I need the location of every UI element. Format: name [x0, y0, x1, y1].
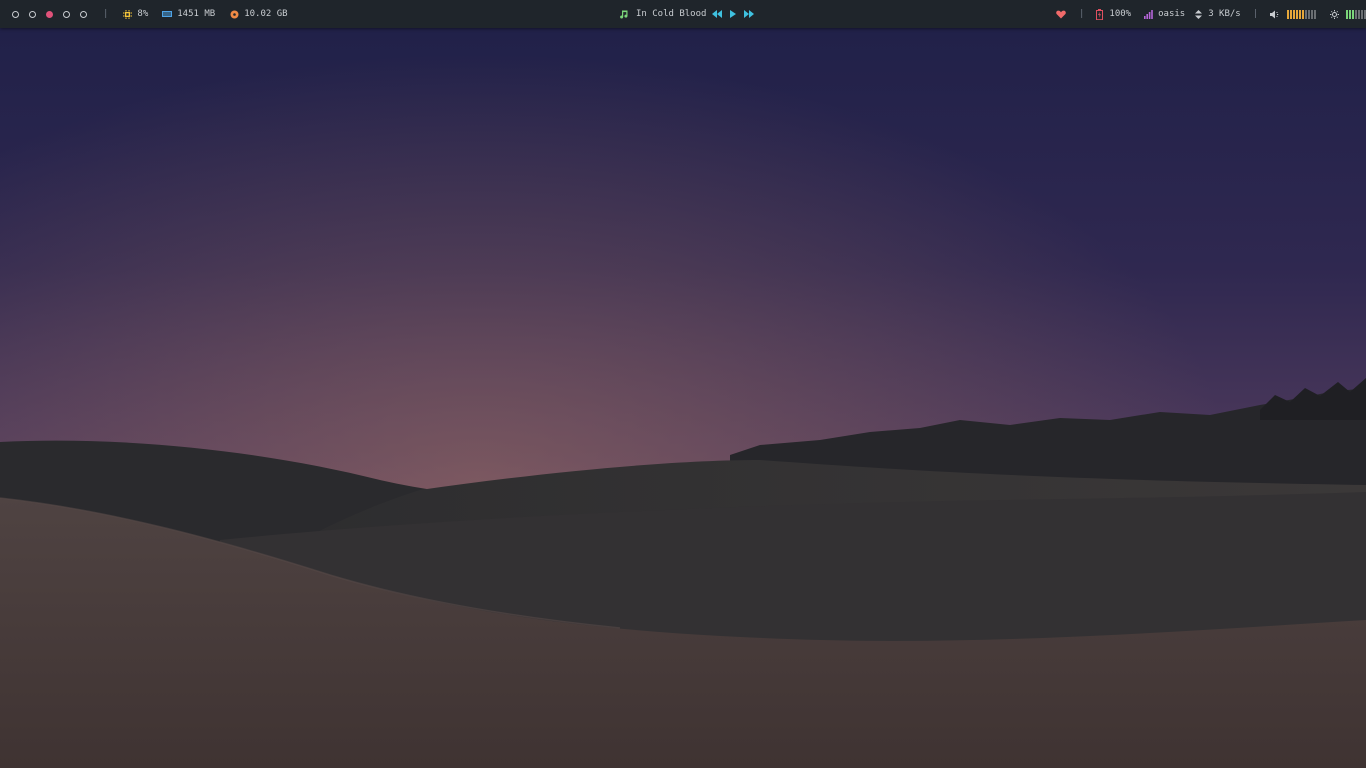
cpu-icon — [122, 9, 132, 19]
brightness-segment — [1355, 9, 1358, 19]
volume-segment — [1290, 9, 1293, 19]
sun-icon[interactable] — [1329, 9, 1339, 19]
disk-usage: 10.02 GB — [244, 9, 288, 19]
music-note-icon — [619, 9, 629, 19]
workspace-1-indicator[interactable] — [12, 10, 19, 18]
rewind-icon[interactable] — [712, 10, 723, 18]
network-speed: 3 KB/s — [1208, 9, 1241, 19]
fast-forward-icon[interactable] — [744, 10, 755, 18]
speaker-icon[interactable] — [1270, 9, 1280, 19]
workspace-4-indicator[interactable] — [63, 10, 70, 18]
up-down-arrows-icon — [1193, 9, 1203, 19]
separator: | — [103, 9, 109, 19]
volume-segment — [1296, 9, 1299, 19]
bar-left: | 8% 1451 MB 10.02 GB — [12, 0, 288, 28]
play-icon[interactable] — [730, 10, 737, 18]
brightness-level-bar[interactable] — [1346, 9, 1366, 19]
status-bar: | 8% 1451 MB 10.02 GB In Cold Blood | 10… — [0, 0, 1366, 28]
bar-center-music: In Cold Blood — [619, 0, 755, 28]
desktop-wallpaper — [0, 0, 1366, 768]
volume-segment — [1293, 9, 1296, 19]
workspace-5-indicator[interactable] — [80, 10, 87, 18]
desktop: | 8% 1451 MB 10.02 GB In Cold Blood | 10… — [0, 0, 1366, 768]
heart-icon[interactable] — [1056, 9, 1066, 19]
network-ssid[interactable]: oasis — [1158, 0, 1185, 28]
brightness-segment — [1361, 9, 1364, 19]
workspace-2-indicator[interactable] — [29, 10, 36, 18]
workspace-3-indicator-active[interactable] — [46, 10, 53, 18]
volume-segment — [1314, 9, 1317, 19]
separator: | — [1079, 9, 1085, 19]
volume-segment — [1287, 9, 1290, 19]
memory-icon — [162, 9, 173, 19]
volume-segment — [1311, 9, 1314, 19]
memory-usage: 1451 MB — [177, 9, 216, 19]
separator: | — [1252, 9, 1259, 19]
battery-level: 100% — [1109, 9, 1132, 19]
volume-segment — [1308, 9, 1311, 19]
now-playing-title[interactable]: In Cold Blood — [636, 0, 706, 28]
brightness-segment — [1358, 9, 1361, 19]
disk-icon — [229, 9, 239, 19]
volume-segment — [1305, 9, 1308, 19]
bar-right: | 100% oasis 3 KB/s | — [1056, 0, 1366, 28]
volume-segment — [1302, 9, 1305, 19]
brightness-segment — [1346, 9, 1349, 19]
cpu-usage: 8% — [137, 9, 149, 19]
signal-icon — [1143, 9, 1153, 19]
battery-icon — [1094, 8, 1104, 20]
volume-level-bar[interactable] — [1287, 9, 1317, 19]
brightness-segment — [1352, 9, 1355, 19]
brightness-segment — [1349, 9, 1352, 19]
volume-segment — [1299, 9, 1302, 19]
